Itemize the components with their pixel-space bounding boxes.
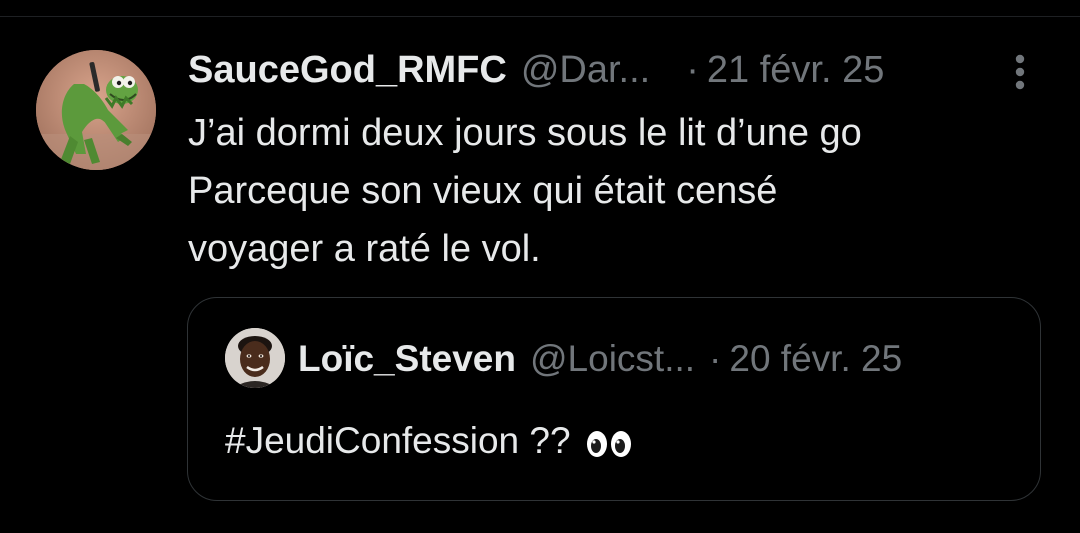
author-display-name[interactable]: SauceGod_RMFC <box>188 49 507 92</box>
quoted-author-display-name[interactable]: Loïc_Steven <box>298 338 516 380</box>
tweet-text-line: J’ai dormi deux jours sous le lit d’une … <box>188 112 862 154</box>
quoted-tweet-header: Loïc_Steven @Loicst... · 20 févr. 25 <box>298 336 902 382</box>
author-handle[interactable]: @Dar... <box>521 49 650 92</box>
quoted-author-handle[interactable]: @Loicst... <box>530 338 695 380</box>
eyes-emoji-icon <box>585 426 635 457</box>
more-vertical-icon <box>1015 54 1025 90</box>
quoted-tweet-text: #JeudiConfession ?? <box>225 420 571 461</box>
tweet-text-line: voyager a raté le vol. <box>188 228 541 270</box>
kermit-avatar-icon <box>36 50 156 170</box>
quoted-author-avatar[interactable] <box>225 328 285 388</box>
header-separator: · <box>686 48 699 91</box>
top-divider <box>0 16 1080 17</box>
tweet-text-line: Parceque son vieux qui était censé <box>188 170 778 212</box>
tweet-text: J’ai dormi deux jours sous le lit d’une … <box>188 104 1048 278</box>
tweet-header: SauceGod_RMFC @Dar... · 21 févr. 25 <box>188 46 884 94</box>
more-options-button[interactable] <box>1006 52 1034 92</box>
user-avatar-icon <box>225 328 285 388</box>
quoted-tweet-date[interactable]: 20 févr. 25 <box>729 338 902 380</box>
quoted-tweet-card[interactable]: Loïc_Steven @Loicst... · 20 févr. 25 #Je… <box>187 297 1041 501</box>
tweet-date[interactable]: 21 févr. 25 <box>707 49 884 92</box>
quoted-header-separator: · <box>709 338 722 379</box>
author-avatar[interactable] <box>36 50 156 170</box>
quoted-tweet-text-row: #JeudiConfession ?? <box>225 416 635 466</box>
